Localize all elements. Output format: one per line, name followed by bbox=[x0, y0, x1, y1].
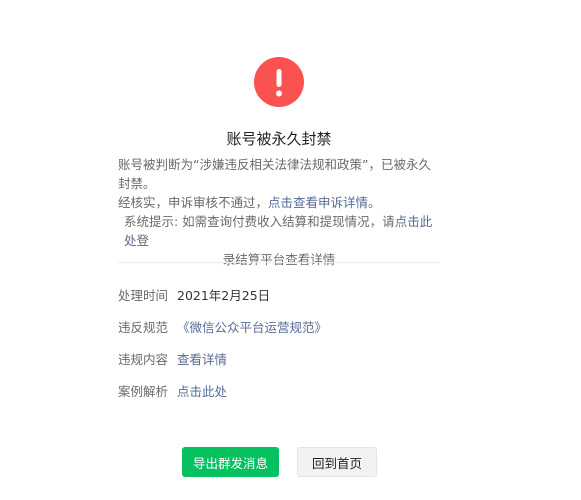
system-tip-suffix: 登 bbox=[136, 233, 150, 248]
divider bbox=[118, 262, 440, 263]
info-row-content: 违规内容 查看详情 bbox=[118, 342, 448, 374]
view-details-link[interactable]: 查看详情 bbox=[177, 349, 227, 368]
export-messages-button[interactable]: 导出群发消息 bbox=[182, 447, 279, 477]
system-tip-text: 系统提示: 如需查询付费收入结算和提现情况，请点击此处登 bbox=[118, 212, 440, 250]
info-label: 案例解析 bbox=[118, 383, 169, 399]
back-home-button[interactable]: 回到首页 bbox=[297, 447, 377, 477]
system-tip-prefix: 系统提示: 如需查询付费收入结算和提现情况，请 bbox=[124, 214, 395, 229]
info-row-time: 处理时间 2021年2月25日 bbox=[118, 278, 448, 310]
appeal-details-link[interactable]: 点击查看申诉详情 bbox=[268, 195, 368, 210]
process-date: 2021年2月25日 bbox=[177, 287, 271, 303]
page-title: 账号被永久封禁 bbox=[226, 130, 332, 148]
appeal-result-text: 经核实，申诉审核不通过，点击查看申诉详情。 bbox=[118, 193, 440, 212]
system-tip-continued: 录结算平台查看详情 bbox=[222, 252, 336, 267]
ban-description: 账号被判断为“涉嫌违反相关法律法规和政策”，已被永久封禁。 经核实，申诉审核不通… bbox=[118, 155, 440, 269]
info-row-case: 案例解析 点击此处 bbox=[118, 374, 448, 406]
ban-notice-page: 账号被永久封禁 账号被判断为“涉嫌违反相关法律法规和政策”，已被永久封禁。 经核… bbox=[0, 0, 581, 500]
exclamation-icon bbox=[254, 57, 304, 107]
info-label: 违反规范 bbox=[118, 319, 169, 335]
info-label: 处理时间 bbox=[118, 287, 169, 303]
ban-reason-text: 账号被判断为“涉嫌违反相关法律法规和政策”，已被永久封禁。 bbox=[118, 157, 431, 191]
violated-rule-link[interactable]: 《微信公众平台运营规范》 bbox=[177, 317, 327, 336]
appeal-result-suffix: 。 bbox=[368, 195, 381, 210]
info-label: 违规内容 bbox=[118, 351, 169, 367]
appeal-result-prefix: 经核实，申诉审核不通过， bbox=[118, 195, 269, 210]
info-row-rule: 违反规范 《微信公众平台运营规范》 bbox=[118, 310, 448, 342]
violation-info: 处理时间 2021年2月25日 违反规范 《微信公众平台运营规范》 违规内容 查… bbox=[118, 278, 448, 406]
case-analysis-link[interactable]: 点击此处 bbox=[177, 381, 227, 400]
